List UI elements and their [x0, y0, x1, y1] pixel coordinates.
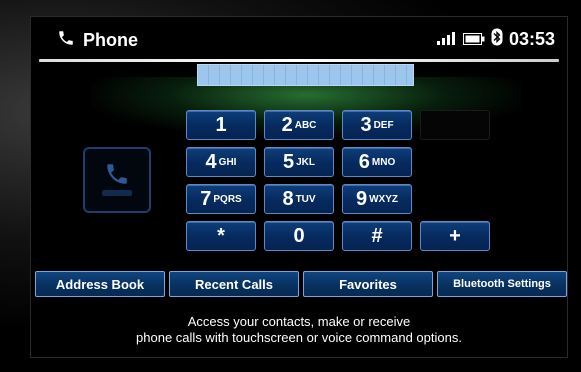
- key-3[interactable]: 3 DEF: [342, 110, 412, 140]
- contact-card-icon: [83, 147, 151, 213]
- dialed-number-field[interactable]: [197, 64, 414, 86]
- key-7[interactable]: 7 PQRS: [186, 184, 256, 214]
- key-0[interactable]: 0: [264, 221, 334, 251]
- bluetooth-icon: [491, 28, 503, 51]
- caption-line-2: phone calls with touchscreen or voice co…: [136, 330, 462, 345]
- inactive-key: [420, 110, 490, 140]
- key-5[interactable]: 5 JKL: [264, 147, 334, 177]
- battery-icon: [462, 29, 485, 50]
- phone-icon: [57, 29, 75, 52]
- clock: 03:53: [508, 29, 555, 49]
- tab-favorites[interactable]: Favorites: [303, 271, 433, 297]
- display-bezel: Phone 03:53 1 2 ABC 3 DEF 4 GHI 5 JKL 6 …: [0, 0, 581, 372]
- caption-line-1: Access your contacts, make or receive: [187, 314, 411, 329]
- signal-icon: [435, 29, 457, 50]
- tab-recent-calls[interactable]: Recent Calls: [169, 271, 299, 297]
- key-hash[interactable]: #: [342, 221, 412, 251]
- header-divider: [39, 59, 559, 62]
- key-9[interactable]: 9 WXYZ: [342, 184, 412, 214]
- screen-title-text: Phone: [83, 30, 139, 50]
- key-plus[interactable]: +: [420, 221, 490, 251]
- status-indicators: 03:53: [435, 28, 555, 51]
- status-bar: Phone 03:53: [31, 17, 567, 61]
- screen-title: Phone: [57, 29, 138, 52]
- key-4[interactable]: 4 GHI: [186, 147, 256, 177]
- key-8[interactable]: 8 TUV: [264, 184, 334, 214]
- feature-caption: Access your contacts, make or receive ph…: [31, 314, 567, 346]
- bottom-tab-bar: Address Book Recent Calls Favorites Blue…: [35, 271, 567, 297]
- tab-address-book[interactable]: Address Book: [35, 271, 165, 297]
- key-star[interactable]: *: [186, 221, 256, 251]
- phone-screen: Phone 03:53 1 2 ABC 3 DEF 4 GHI 5 JKL 6 …: [30, 16, 568, 358]
- key-6[interactable]: 6 MNO: [342, 147, 412, 177]
- key-1[interactable]: 1: [186, 110, 256, 140]
- key-2[interactable]: 2 ABC: [264, 110, 334, 140]
- tab-bluetooth-settings[interactable]: Bluetooth Settings: [437, 271, 567, 297]
